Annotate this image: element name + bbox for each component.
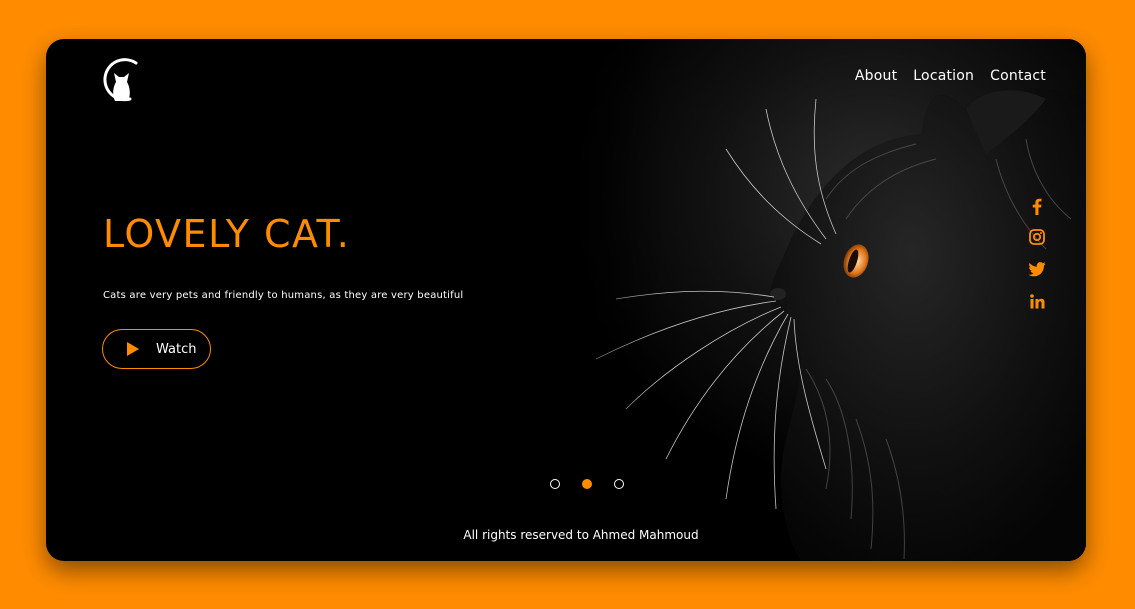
slider-dot-active[interactable] [582,479,592,489]
nav-item-about[interactable]: About [855,68,897,84]
nav-item-contact[interactable]: Contact [990,68,1046,84]
slider-dot[interactable] [550,479,560,489]
hero-title: LOVELY CAT. [103,212,351,256]
cat-logo-icon[interactable] [96,55,142,107]
main-nav: About Location Contact [855,68,1046,84]
hero-card: About Location Contact LOVELY CAT. Cats … [46,39,1086,561]
watch-button[interactable]: Watch [102,329,211,369]
cat-photo [526,39,1086,561]
watch-button-label: Watch [156,341,197,357]
linkedin-icon[interactable] [1024,290,1050,312]
slider-dot[interactable] [614,479,624,489]
nav-item-location[interactable]: Location [913,68,974,84]
instagram-icon[interactable] [1024,226,1050,248]
twitter-icon[interactable] [1024,258,1050,280]
footer-copyright: All rights reserved to Ahmed Mahmoud [463,528,699,542]
play-icon [127,342,139,356]
facebook-icon[interactable] [1024,195,1050,217]
hero-subtitle: Cats are very pets and friendly to human… [103,290,464,301]
